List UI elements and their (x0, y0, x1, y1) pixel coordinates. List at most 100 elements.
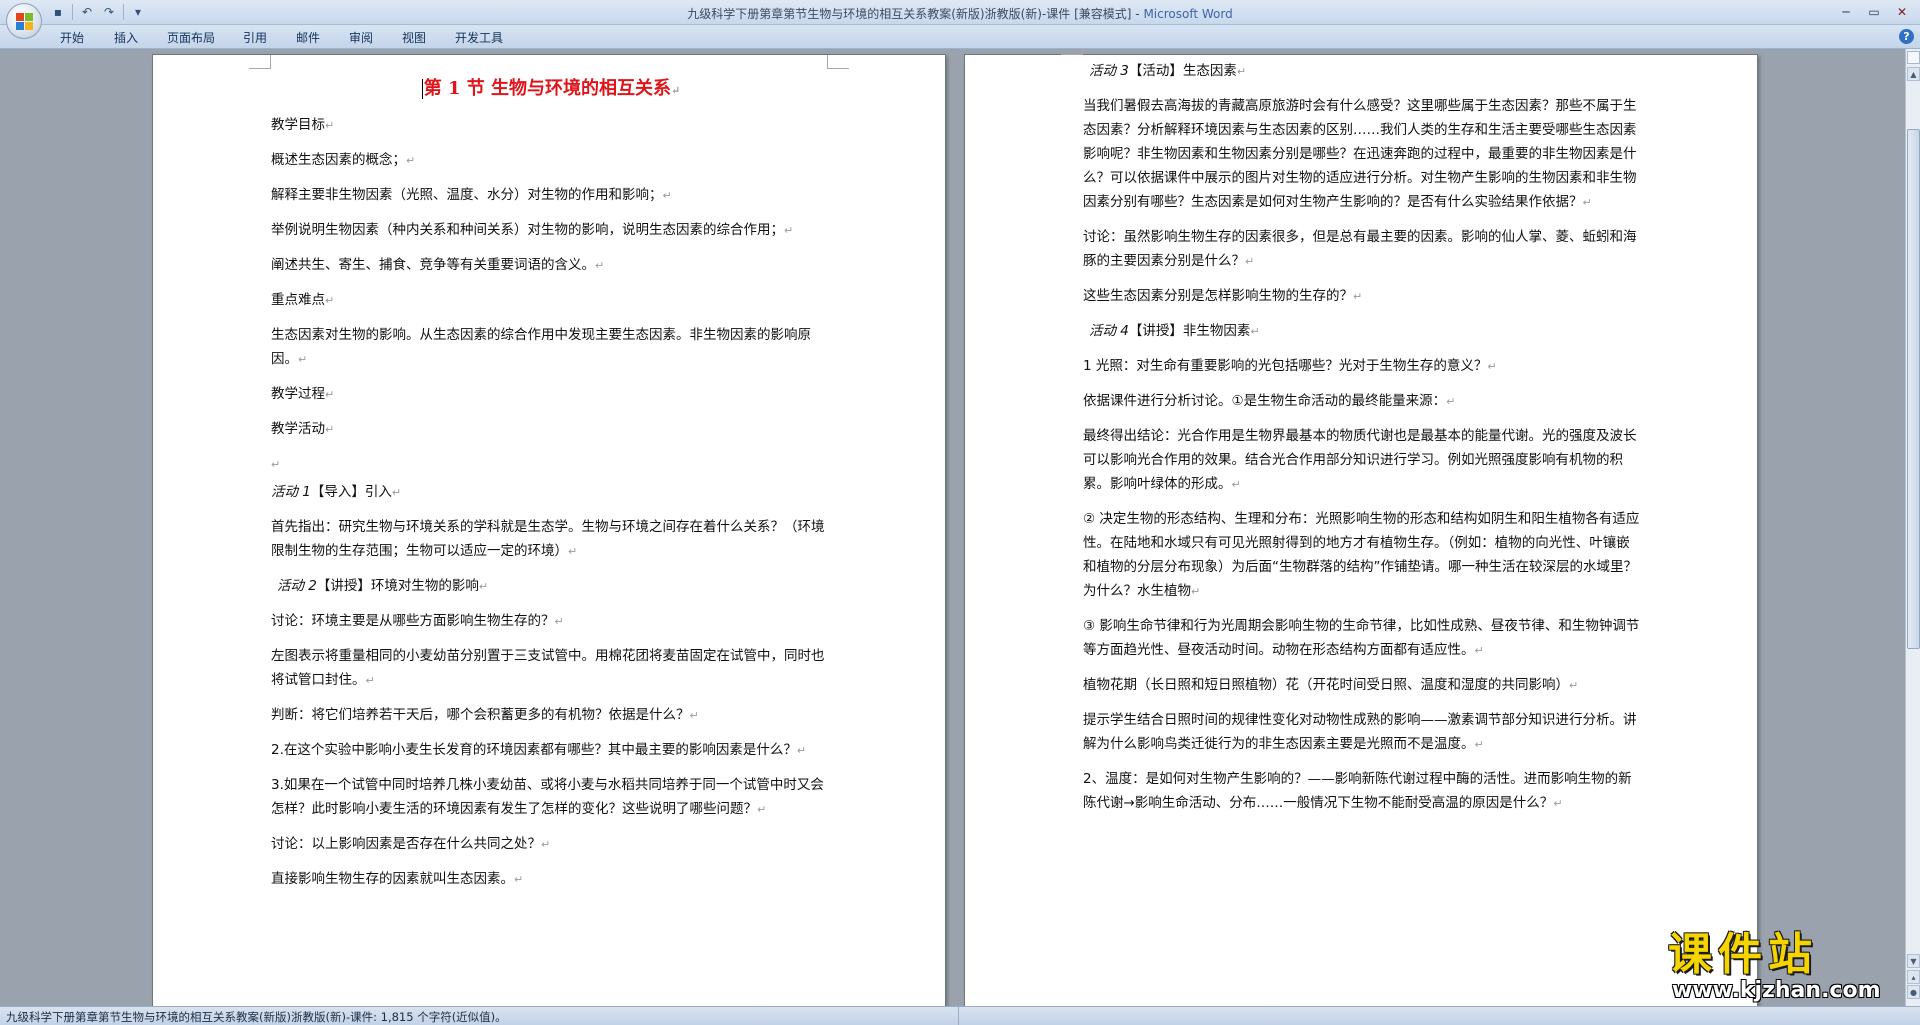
tab-developer[interactable]: 开发工具 (455, 29, 503, 46)
paragraph-mark: ↵ (406, 154, 416, 167)
paragraph-mark: ↵ (662, 189, 672, 202)
document-page-left[interactable]: 第 1 节 生物与环境的相互关系↵ 教学目标↵ 概述生态因素的概念；↵ 解释主要非生… (152, 54, 946, 1006)
document-paragraph: ↵ (271, 452, 831, 477)
document-workspace: 第 1 节 生物与环境的相互关系↵ 教学目标↵ 概述生态因素的概念；↵ 解释主要非生… (0, 49, 1905, 1006)
paragraph-mark: ↵ (325, 294, 335, 307)
paragraph-mark: ↵ (1582, 196, 1592, 209)
activity-heading: 活动 3【活动】生态因素↵ (1089, 63, 1247, 79)
tab-review[interactable]: 审阅 (349, 29, 373, 46)
paragraph-mark: ↵ (514, 873, 524, 886)
tab-mailings[interactable]: 邮件 (296, 29, 320, 46)
document-paragraph: 举例说明生物因素（种内关系和种间关系）对生物的影响，说明生态因素的综合作用；↵ (271, 222, 794, 238)
browse-object-icon[interactable]: ● (1907, 985, 1920, 999)
document-paragraph: 概述生态因素的概念；↵ (271, 152, 416, 168)
status-word-count[interactable]: 九级科学下册第章第节生物与环境的相互关系教案(新版)浙教版(新)-课件: 1,8… (6, 1009, 507, 1025)
document-heading: 第 1 节 生物与环境的相互关系↵ (421, 78, 681, 99)
document-paragraph: 2、温度：是如何对生物产生影响的？——影响新陈代谢过程中酶的活性。进而影响生物的… (1083, 771, 1632, 811)
tab-insert[interactable]: 插入 (114, 29, 138, 46)
maximize-button[interactable]: ▭ (1860, 2, 1888, 22)
paragraph-mark: ↵ (1474, 738, 1484, 751)
document-paragraph: ③ 影响生命节律和行为光周期会影响生物的生命节律，比如性成熟、昼夜节律、和生物钟… (1083, 618, 1640, 658)
tab-home[interactable]: 开始 (60, 29, 84, 46)
document-paragraph: 2.在这个实验中影响小麦生长发育的环境因素都有哪些？其中最主要的影响因素是什么？… (271, 742, 807, 758)
close-button[interactable]: ✕ (1888, 2, 1916, 22)
tab-page-layout[interactable]: 页面布局 (167, 29, 215, 46)
document-paragraph: 直接影响生物生存的因素就叫生态因素。↵ (271, 871, 524, 887)
document-paragraph: 1 光照：对生命有重要影响的光包括哪些？光对于生物生存的意义？↵ (1083, 358, 1497, 374)
paragraph-mark: ↵ (1191, 585, 1201, 598)
document-page-right[interactable]: 活动 3【活动】生态因素↵ 当我们暑假去高海拔的青藏高原旅游时会有什么感受？这里… (964, 49, 1758, 1006)
ruler-toggle-button[interactable] (1907, 51, 1920, 64)
document-paragraph: 最终得出结论：光合作用是生物界最基本的物质代谢也是最基本的能量代谢。光的强度及波… (1083, 428, 1637, 492)
tab-view[interactable]: 视图 (402, 29, 426, 46)
paragraph-mark: ↵ (541, 838, 551, 851)
paragraph-mark: ↵ (325, 388, 335, 401)
paragraph-mark: ↵ (325, 119, 335, 132)
paragraph-mark: ↵ (784, 224, 794, 237)
status-bar: 九级科学下册第章第节生物与环境的相互关系教案(新版)浙教版(新)-课件: 1,8… (0, 1006, 1920, 1025)
margin-corner-mark (249, 55, 271, 69)
window-title: 九级科学下册第章第节生物与环境的相互关系教案(新版)浙教版(新)-课件 [兼容模… (0, 5, 1920, 22)
document-paragraph: 教学过程↵ (271, 386, 335, 402)
paragraph-mark: ↵ (1487, 360, 1497, 373)
document-paragraph: 生态因素对生物的影响。从生态因素的综合作用中发现主要生态因素。非生物因素的影响原… (271, 327, 811, 367)
document-paragraph: 判断：将它们培养若干天后，哪个会积蓄更多的有机物？依据是什么？↵ (271, 707, 699, 723)
tab-references[interactable]: 引用 (243, 29, 267, 46)
vertical-scrollbar[interactable]: ▲ ▼ ▴ ● (1905, 49, 1920, 1006)
app-name: Microsoft Word (1143, 7, 1233, 21)
document-paragraph: 这些生态因素分别是怎样影响生物的生存的？↵ (1083, 288, 1363, 304)
document-paragraph: 教学活动↵ (271, 421, 335, 437)
page-content: 第 1 节 生物与环境的相互关系↵ 教学目标↵ 概述生态因素的概念；↵ 解释主要非生… (271, 69, 831, 902)
document-paragraph: 当我们暑假去高海拔的青藏高原旅游时会有什么感受？这里哪些属于生态因素？那些不属于… (1083, 98, 1637, 210)
office-logo-icon (16, 13, 34, 31)
activity-heading: 活动 1【导入】引入↵ (271, 484, 402, 500)
status-divider (958, 1007, 959, 1025)
document-paragraph: 讨论：环境主要是从哪些方面影响生物生存的？↵ (271, 613, 564, 629)
document-paragraph: 讨论：以上影响因素是否存在什么共同之处？↵ (271, 836, 551, 852)
document-paragraph: 解释主要非生物因素（光照、温度、水分）对生物的作用和影响；↵ (271, 187, 672, 203)
scroll-down-icon[interactable]: ▼ (1907, 954, 1920, 968)
document-paragraph: 左图表示将重量相同的小麦幼苗分别置于三支试管中。用棉花团将麦苗固定在试管中，同时… (271, 648, 825, 688)
paragraph-mark: ↵ (796, 744, 807, 757)
document-paragraph: 教学目标↵ (271, 117, 335, 133)
paragraph-mark: ↵ (1553, 797, 1563, 810)
paragraph-mark: ↵ (271, 458, 281, 471)
paragraph-mark: ↵ (595, 259, 605, 272)
document-paragraph: 植物花期（长日照和短日照植物）花（开花时间受日照、温度和湿度的共同影响）↵ (1083, 677, 1579, 693)
paragraph-mark: ↵ (757, 803, 767, 816)
paragraph-mark: ↵ (1245, 255, 1255, 268)
watermark-title: 课件站 (1668, 929, 1818, 980)
document-name: 九级科学下册第章第节生物与环境的相互关系教案(新版)浙教版(新)-课件 [兼容模… (687, 7, 1144, 21)
help-icon[interactable]: ? (1899, 29, 1914, 44)
margin-corner-mark (827, 55, 849, 69)
document-paragraph: 讨论：虽然影响生物生存的因素很多，但是总有最主要的因素。影响的仙人掌、菱、蚯蚓和… (1083, 229, 1637, 269)
paragraph-mark: ↵ (1353, 290, 1363, 303)
document-paragraph: 提示学生结合日照时间的规律性变化对动物性成熟的影响——激素调节部分知识进行分析。… (1083, 712, 1637, 752)
scroll-thumb[interactable] (1907, 129, 1920, 649)
margin-corner-mark (1061, 49, 1083, 55)
document-paragraph: 依据课件进行分析讨论。①是生物生命活动的最终能量来源：↵ (1083, 393, 1456, 409)
document-paragraph: 3.如果在一个试管中同时培养几株小麦幼苗、或将小麦与水稻共同培养于同一个试管中时… (271, 777, 824, 817)
document-paragraph: 阐述共生、寄生、捕食、竞争等有关重要词语的含义。↵ (271, 257, 605, 273)
page-content: 活动 3【活动】生态因素↵ 当我们暑假去高海拔的青藏高原旅游时会有什么感受？这里… (1083, 59, 1643, 826)
paragraph-mark: ↵ (365, 674, 375, 687)
paragraph-mark: ↵ (298, 353, 308, 366)
office-button[interactable] (6, 3, 42, 39)
paragraph-mark: ↵ (1231, 478, 1241, 491)
title-bar: ▪ ↶ ↷ ▾ 九级科学下册第章第节生物与环境的相互关系教案(新版)浙教版(新)… (0, 0, 1920, 25)
activity-heading: 活动 2【讲授】环境对生物的影响↵ (277, 578, 489, 594)
document-paragraph: 重点难点↵ (271, 292, 335, 308)
minimize-button[interactable]: ─ (1832, 2, 1860, 22)
site-watermark-logo: 课件站 www.kjzhan.com (1668, 930, 1908, 1002)
scroll-up-icon[interactable]: ▲ (1907, 67, 1920, 81)
paragraph-mark: ↵ (325, 423, 335, 436)
document-paragraph: ② 决定生物的形态结构、生理和分布：光照影响生物的形态和结构如阴生和阳生植物各有… (1083, 511, 1640, 599)
paragraph-mark: ↵ (1569, 679, 1579, 692)
paragraph-mark: ↵ (1446, 395, 1456, 408)
previous-page-icon[interactable]: ▴ (1907, 970, 1920, 984)
activity-heading: 活动 4【讲授】非生物因素↵ (1089, 323, 1260, 339)
ribbon-tabs: 开始 插入 页面布局 引用 邮件 审阅 视图 开发工具 ? (0, 25, 1920, 49)
text-cursor (421, 79, 423, 99)
window-controls: ─ ▭ ✕ (1832, 2, 1916, 22)
document-paragraph: 首先指出：研究生物与环境关系的学科就是生态学。生物与环境之间存在着什么关系？（环… (271, 519, 825, 559)
